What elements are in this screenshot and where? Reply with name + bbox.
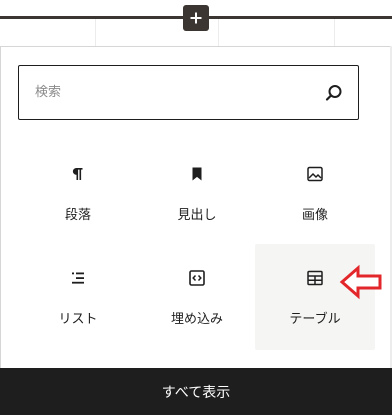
image-icon [305, 164, 325, 184]
list-icon [68, 268, 88, 288]
search-icon[interactable] [324, 83, 344, 103]
show-all-button[interactable]: すべて表示 [0, 368, 392, 415]
table-icon [305, 268, 325, 288]
heading-bookmark-icon [187, 164, 207, 184]
block-label: 段落 [64, 208, 91, 223]
block-inserter-button[interactable] [183, 5, 209, 31]
block-label: 見出し [177, 208, 217, 223]
column-guide [218, 19, 219, 46]
block-separator-area [0, 0, 392, 46]
block-label: リスト [58, 312, 98, 327]
search-box[interactable] [18, 65, 359, 120]
paragraph-icon [68, 164, 88, 184]
block-image[interactable]: 画像 [255, 140, 375, 246]
block-label: 画像 [301, 208, 328, 223]
block-label: テーブル [289, 312, 341, 327]
block-label: 埋め込み [170, 312, 223, 327]
block-list[interactable]: リスト [18, 244, 138, 350]
show-all-label: すべて表示 [161, 384, 231, 401]
block-paragraph[interactable]: 段落 [18, 140, 138, 246]
plus-icon [190, 12, 202, 24]
search-input[interactable] [35, 78, 305, 106]
column-guide [334, 19, 335, 46]
column-guide [95, 19, 96, 46]
block-embed[interactable]: 埋め込み [137, 244, 257, 350]
block-heading[interactable]: 見出し [137, 140, 257, 246]
red-arrow-left-icon [339, 264, 382, 300]
embed-icon [187, 268, 207, 288]
